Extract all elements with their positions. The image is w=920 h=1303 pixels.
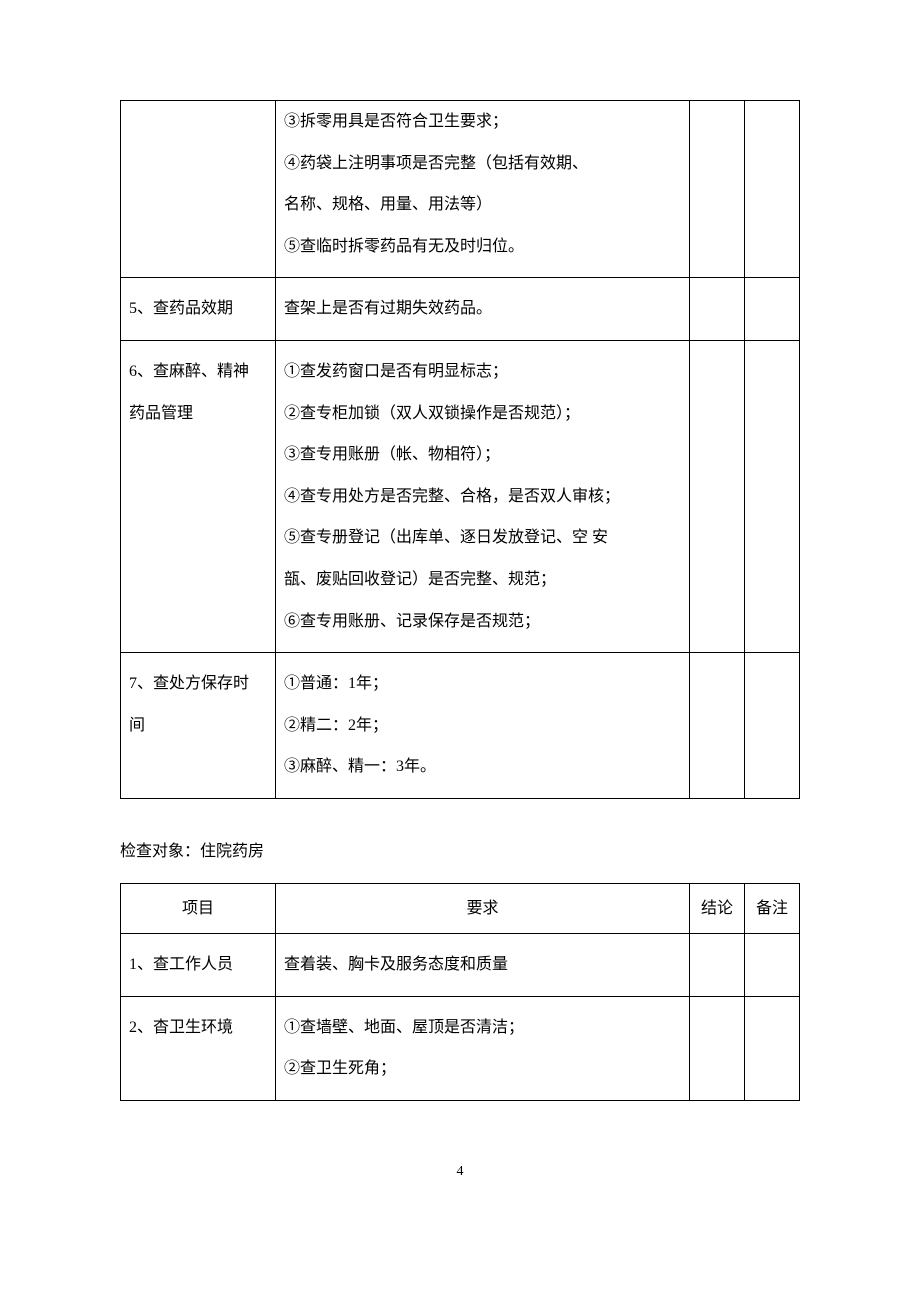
cell-note (745, 996, 800, 1100)
cell-note (745, 934, 800, 997)
cell-note (745, 101, 800, 278)
checklist-table-1: ③拆零用具是否符合卫生要求；④药袋上注明事项是否完整（包括有效期、名称、规格、用… (120, 100, 800, 799)
cell-note (745, 340, 800, 652)
cell-conclusion (690, 340, 745, 652)
table-row: 5、查药品效期查架上是否有过期失效药品。 (121, 278, 800, 341)
cell-item: 5、查药品效期 (121, 278, 276, 341)
table-row: 1、查工作人员查着装、胸卡及服务态度和质量 (121, 934, 800, 997)
cell-conclusion (690, 996, 745, 1100)
cell-requirement: ①查墙壁、地面、屋顶是否清洁；②查卫生死角； (276, 996, 690, 1100)
cell-conclusion (690, 653, 745, 799)
cell-note (745, 653, 800, 799)
table-row: ③拆零用具是否符合卫生要求；④药袋上注明事项是否完整（包括有效期、名称、规格、用… (121, 101, 800, 278)
table-header-row: 项目 要求 结论 备注 (121, 883, 800, 934)
checklist-table-2: 项目 要求 结论 备注 1、查工作人员查着装、胸卡及服务态度和质量2、杳卫生环境… (120, 883, 800, 1101)
col-header-req: 要求 (276, 883, 690, 934)
cell-item: 2、杳卫生环境 (121, 996, 276, 1100)
cell-requirement: ①查发药窗口是否有明显标志；②查专柜加锁（双人双锁操作是否规范）；③查专用账册（… (276, 340, 690, 652)
cell-conclusion (690, 101, 745, 278)
section-label: 检查对象：住院药房 (120, 839, 800, 865)
cell-item: 6、查麻醉、精神药品管理 (121, 340, 276, 652)
page-number: 4 (120, 1161, 800, 1183)
table-row: 2、杳卫生环境①查墙壁、地面、屋顶是否清洁；②查卫生死角； (121, 996, 800, 1100)
cell-item (121, 101, 276, 278)
cell-conclusion (690, 278, 745, 341)
col-header-note: 备注 (745, 883, 800, 934)
cell-note (745, 278, 800, 341)
cell-requirement: 查架上是否有过期失效药品。 (276, 278, 690, 341)
cell-requirement: ③拆零用具是否符合卫生要求；④药袋上注明事项是否完整（包括有效期、名称、规格、用… (276, 101, 690, 278)
table-row: 6、查麻醉、精神药品管理①查发药窗口是否有明显标志；②查专柜加锁（双人双锁操作是… (121, 340, 800, 652)
cell-conclusion (690, 934, 745, 997)
cell-item: 7、查处方保存时间 (121, 653, 276, 799)
col-header-concl: 结论 (690, 883, 745, 934)
cell-item: 1、查工作人员 (121, 934, 276, 997)
col-header-item: 项目 (121, 883, 276, 934)
table-row: 7、查处方保存时间①普通：1年；②精二：2年；③麻醉、精一：3年。 (121, 653, 800, 799)
cell-requirement: 查着装、胸卡及服务态度和质量 (276, 934, 690, 997)
cell-requirement: ①普通：1年；②精二：2年；③麻醉、精一：3年。 (276, 653, 690, 799)
